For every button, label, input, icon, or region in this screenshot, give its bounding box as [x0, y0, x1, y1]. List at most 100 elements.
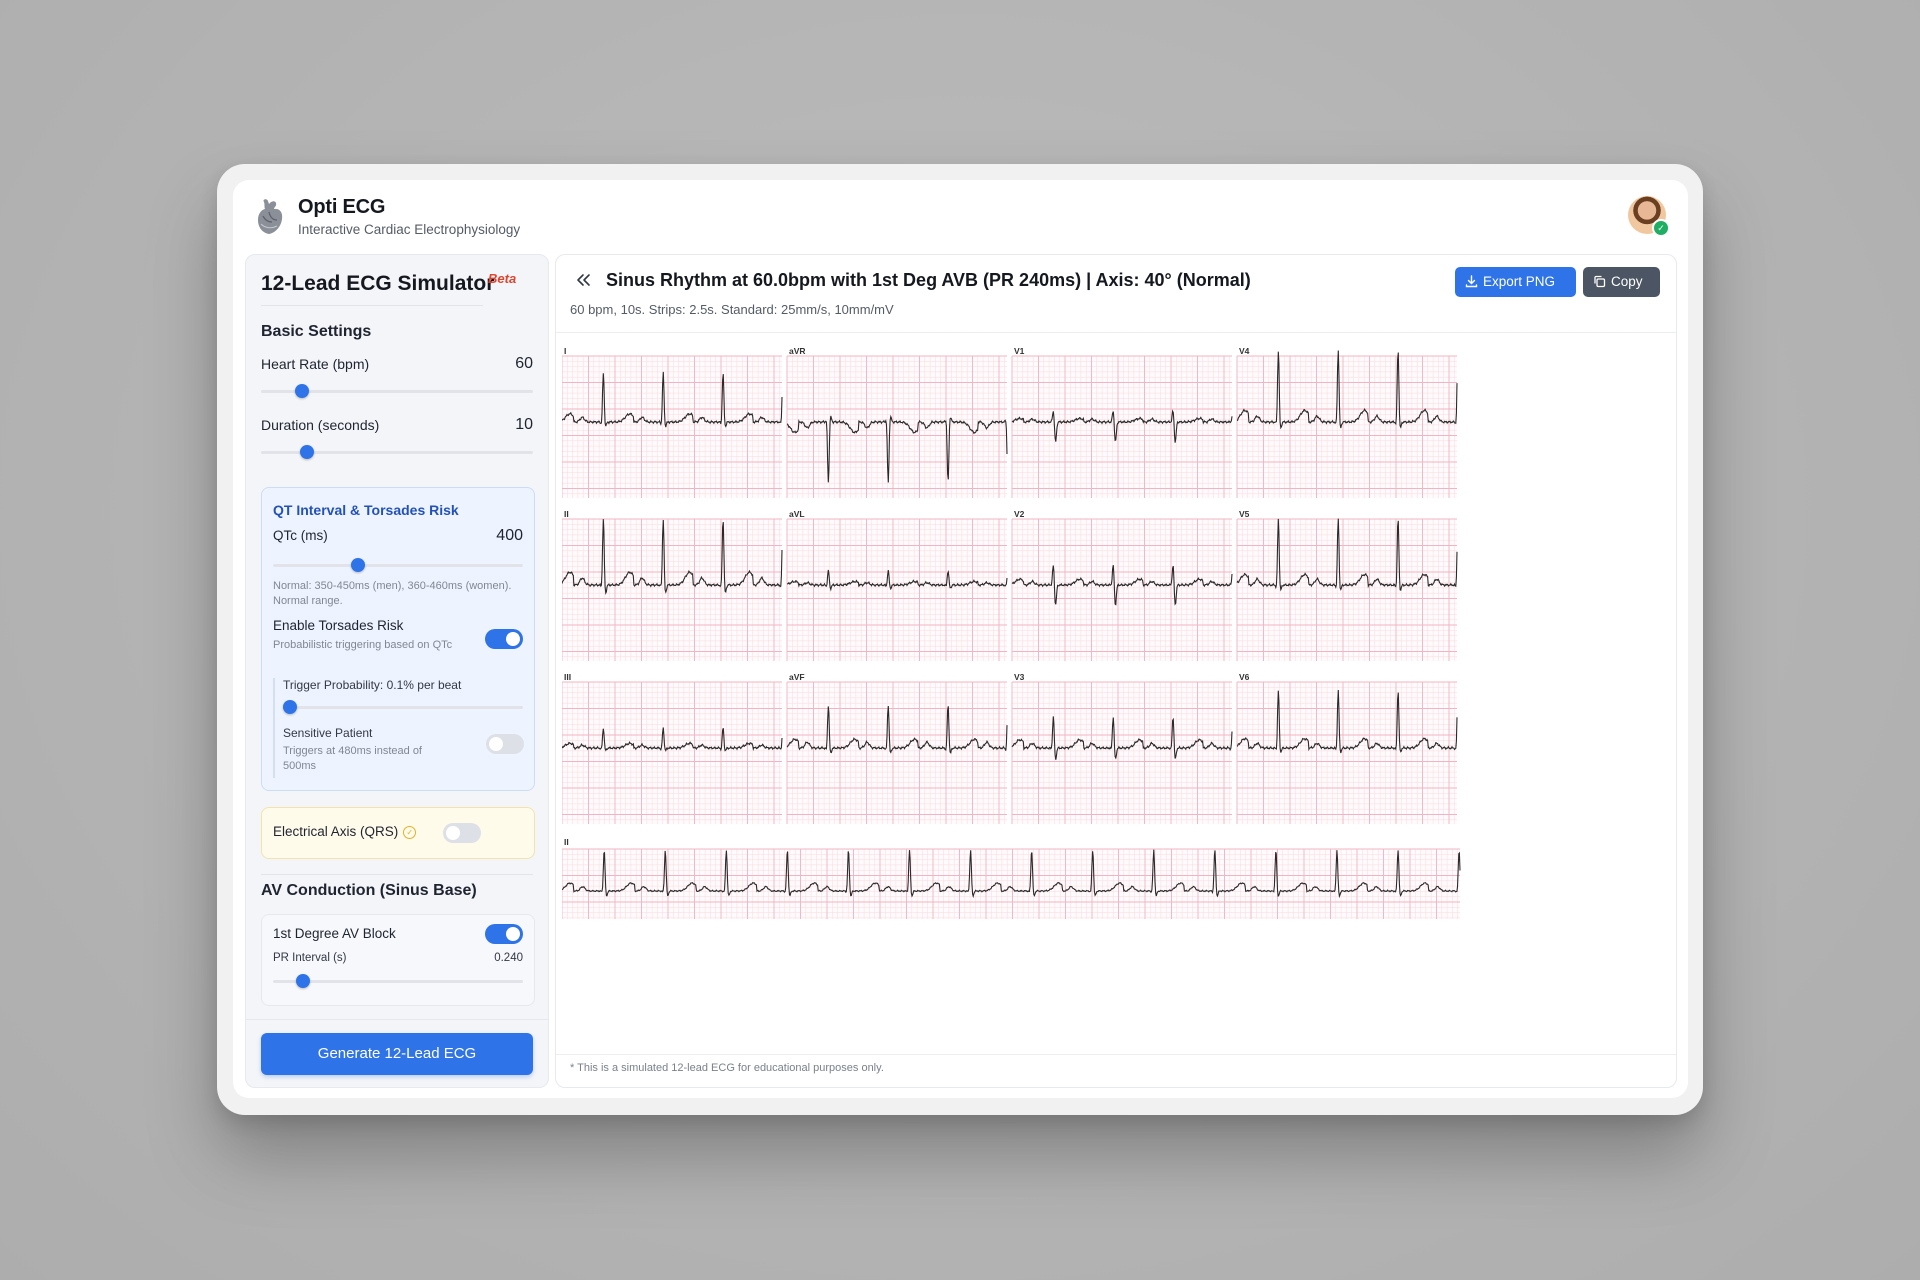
lead-v2: V2	[1011, 509, 1233, 661]
duration-value: 10	[515, 416, 533, 433]
sensitive-patient-label: Sensitive Patient	[283, 726, 373, 740]
lead-label: V5	[1239, 509, 1250, 519]
lead-v1: V1	[1011, 346, 1233, 498]
lead-v3: V3	[1011, 672, 1233, 824]
ecg-grid	[1236, 355, 1457, 498]
lead-avr: aVR	[786, 346, 1008, 498]
copy-icon	[1594, 275, 1606, 288]
sidebar: 12-Lead ECG Simulator Beta Basic Setting…	[245, 254, 549, 1088]
app-header: Opti ECG Interactive Cardiac Electrophys…	[233, 180, 1688, 250]
divider	[556, 1054, 1676, 1055]
basic-settings-heading: Basic Settings	[261, 323, 372, 340]
qtc-help-text: Normal: 350-450ms (men), 360-460ms (wome…	[273, 580, 512, 607]
ecg-grid	[786, 681, 1007, 824]
electrical-axis-toggle[interactable]	[443, 823, 481, 843]
copy-button[interactable]: Copy	[1583, 267, 1660, 297]
ecg-grid	[1236, 518, 1457, 661]
first-degree-av-block-label: 1st Degree AV Block	[273, 926, 396, 941]
qt-card-title: QT Interval & Torsades Risk	[273, 502, 459, 518]
heart-rate-label: Heart Rate (bpm)	[261, 356, 370, 372]
qt-interval-card: QT Interval & Torsades Risk QTc (ms) 400…	[261, 487, 535, 791]
download-icon	[1465, 275, 1478, 288]
av-conduction-heading: AV Conduction (Sinus Base)	[261, 882, 477, 899]
chevrons-left-icon[interactable]	[574, 271, 592, 289]
disclaimer-footnote: * This is a simulated 12-lead ECG for ed…	[570, 1062, 884, 1074]
rhythm-subtitle: 60 bpm, 10s. Strips: 2.5s. Standard: 25m…	[570, 302, 894, 317]
generate-ecg-button[interactable]: Generate 12-Lead ECG	[261, 1033, 533, 1075]
pr-interval-value: 0.240	[494, 952, 523, 964]
ecg-grid	[1236, 681, 1457, 824]
lead-avf: aVF	[786, 672, 1008, 824]
rhythm-strip: II	[562, 837, 1461, 919]
heart-rate-slider[interactable]	[261, 384, 533, 398]
qtc-label: QTc (ms)	[273, 528, 328, 543]
ecg-grid	[562, 681, 782, 824]
lead-label: V1	[1014, 346, 1025, 356]
av-block-card: 1st Degree AV Block PR Interval (s) 0.24…	[261, 914, 535, 1006]
pr-interval-label: PR Interval (s)	[273, 952, 347, 964]
ecg-grid	[786, 518, 1007, 661]
heart-logo-icon	[258, 199, 283, 234]
divider	[261, 305, 483, 306]
sensitive-patient-toggle[interactable]	[486, 734, 524, 754]
torsades-toggle[interactable]	[485, 629, 523, 649]
lead-label: V2	[1014, 509, 1025, 519]
verified-check-icon: ✓	[1652, 219, 1670, 237]
ecg-grid	[1011, 518, 1232, 661]
trigger-probability-slider[interactable]	[283, 700, 523, 714]
ecg-grid	[562, 518, 782, 661]
ecg-grid	[562, 848, 1460, 919]
lead-label: aVF	[789, 672, 805, 682]
app-title: Opti ECG	[298, 196, 386, 218]
lead-label: aVL	[789, 509, 805, 519]
lead-label: V4	[1239, 346, 1250, 356]
trigger-probability-label: Trigger Probability: 0.1% per beat	[283, 678, 462, 692]
rhythm-lead-label: II	[564, 837, 569, 847]
lead-label: I	[564, 346, 566, 356]
qtc-slider[interactable]	[273, 558, 523, 572]
check-circle-icon: ✓	[403, 826, 417, 839]
app-window: Opti ECG Interactive Cardiac Electrophys…	[233, 180, 1688, 1098]
electrical-axis-card: Electrical Axis (QRS) ✓	[261, 807, 535, 859]
qtc-value: 400	[496, 527, 523, 544]
sensitive-patient-help: Triggers at 480ms instead of 500ms	[283, 745, 422, 772]
lead-i: I	[562, 346, 783, 498]
slider-thumb[interactable]	[296, 974, 310, 988]
lead-v6: V6	[1236, 672, 1458, 824]
divider	[261, 874, 533, 875]
torsades-help-text: Probabilistic triggering based on QTc	[273, 639, 453, 651]
duration-label: Duration (seconds)	[261, 417, 380, 433]
lead-avl: aVL	[786, 509, 1008, 661]
export-png-button[interactable]: Export PNG	[1455, 267, 1576, 297]
lead-v5: V5	[1236, 509, 1458, 661]
copy-label: Copy	[1611, 274, 1643, 289]
beta-badge: Beta	[488, 271, 517, 286]
heart-rate-value: 60	[515, 355, 533, 372]
slider-thumb[interactable]	[294, 384, 309, 398]
lead-label: III	[564, 672, 571, 682]
divider	[556, 332, 1676, 333]
first-degree-av-block-toggle[interactable]	[485, 924, 523, 944]
torsades-label: Enable Torsades Risk	[273, 618, 404, 633]
lead-label: II	[564, 509, 569, 519]
ecg-grid	[786, 355, 1007, 498]
lead-label: V6	[1239, 672, 1250, 682]
lead-label: aVR	[789, 346, 806, 356]
ecg-panel: Sinus Rhythm at 60.0bpm with 1st Deg AVB…	[555, 254, 1677, 1088]
slider-thumb[interactable]	[283, 700, 298, 714]
slider-thumb[interactable]	[300, 445, 315, 459]
divider	[246, 1019, 548, 1020]
avatar[interactable]: ✓	[1628, 196, 1670, 237]
simulator-title: 12-Lead ECG Simulator	[261, 272, 495, 295]
duration-slider[interactable]	[261, 445, 533, 459]
lead-label: V3	[1014, 672, 1025, 682]
torsades-options: Trigger Probability: 0.1% per beat Sensi…	[273, 678, 525, 778]
rhythm-title: Sinus Rhythm at 60.0bpm with 1st Deg AVB…	[606, 270, 1251, 290]
electrical-axis-label: Electrical Axis (QRS) ✓	[273, 824, 417, 839]
app-subtitle: Interactive Cardiac Electrophysiology	[298, 222, 521, 237]
slider-thumb[interactable]	[351, 558, 365, 572]
ecg-12-lead-chart: IaVR V1 V4 II aVL V2 V5 III aVF V3 V6 II	[562, 346, 1461, 919]
export-png-label: Export PNG	[1483, 274, 1556, 289]
pr-interval-slider[interactable]	[273, 974, 523, 988]
ecg-grid	[1011, 355, 1232, 498]
